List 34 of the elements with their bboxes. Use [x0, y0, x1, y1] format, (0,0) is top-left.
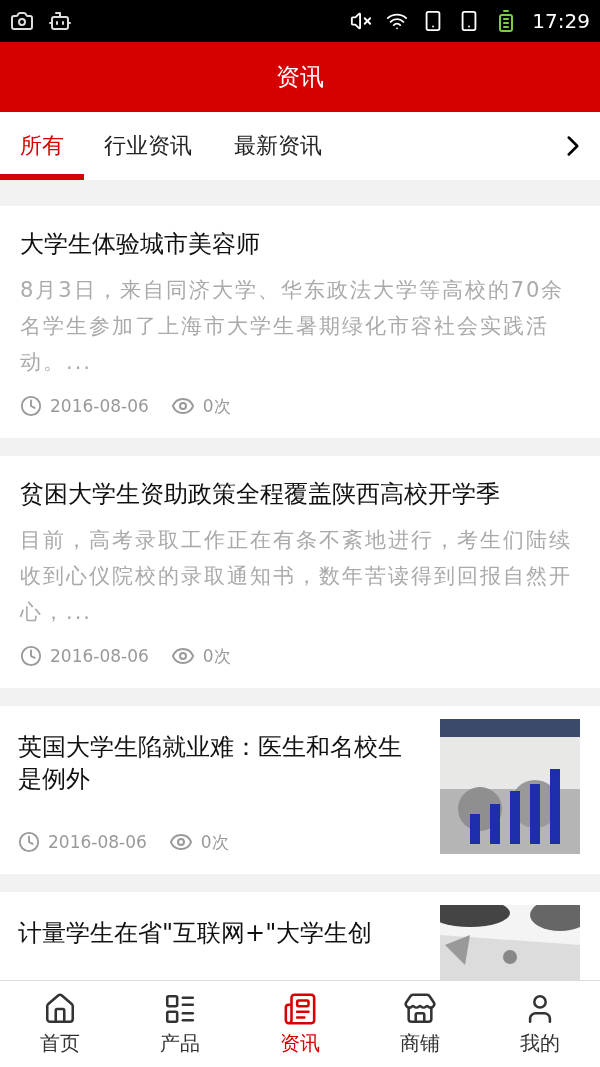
nav-tab[interactable]: 我的: [480, 981, 600, 1067]
home-icon: [43, 991, 77, 1026]
mute-icon: [350, 10, 373, 32]
clock-icon: [20, 645, 42, 667]
clock-icon: [20, 395, 42, 417]
nav-tab[interactable]: 商铺: [360, 981, 480, 1067]
nav-tab[interactable]: 产品: [120, 981, 240, 1067]
article-card[interactable]: 英国大学生陷就业难：医生和名校生是例外 2016-08-06 0次: [0, 706, 600, 874]
view-count: 0次: [202, 394, 231, 418]
article-title: 英国大学生陷就业难：医生和名校生是例外: [18, 732, 403, 795]
article-card[interactable]: 大学生体验城市美容师 8月3日，来自同济大学、华东政法大学等高校的70余名学生参加了上海市大学生暑期绿化市容社会实践活动。... 2016-08-06 0次: [0, 206, 600, 438]
article-summary: 8月3日，来自同济大学、华东政法大学等高校的70余名学生参加了上海市大学生暑期绿化市容社会实践活动。...: [20, 277, 566, 376]
newspaper-icon: [283, 991, 317, 1026]
view-count: 0次: [200, 830, 229, 854]
article-title: 贫困大学生资助政策全程覆盖陕西高校开学季: [20, 479, 501, 510]
nav-tab[interactable]: 首页: [0, 981, 120, 1067]
article-date: 2016-08-06: [50, 646, 149, 666]
article-title: 大学生体验城市美容师: [20, 229, 261, 260]
camera-icon: [10, 9, 34, 33]
store-icon: [403, 991, 437, 1026]
article-summary: 目前，高考录取工作正在有条不紊地进行，考生们陆续收到心仪院校的录取通知书，数年苦读得到回报自然开心，...: [20, 527, 573, 626]
category-tab[interactable]: 行业资讯: [84, 112, 212, 180]
article-card[interactable]: 计量学生在省"互联网+"大学生创: [0, 892, 600, 980]
clock-icon: [18, 831, 40, 853]
category-tab[interactable]: 所有: [0, 112, 84, 180]
status-time: 17:29: [532, 9, 590, 33]
nav-tab[interactable]: 资讯: [240, 981, 360, 1067]
article-date: 2016-08-06: [50, 396, 149, 416]
article-card[interactable]: 贫困大学生资助政策全程覆盖陕西高校开学季 目前，高考录取工作正在有条不紊地进行，考生们陆续收到心仪院校的录取通知书，数年苦读得到回报自然开心，... 2016-08-06 0次: [0, 456, 600, 688]
category-tab[interactable]: 最新资讯: [214, 112, 342, 180]
article-date: 2016-08-06: [48, 832, 147, 852]
page-title: 资讯: [276, 62, 324, 93]
view-count: 0次: [202, 644, 231, 668]
article-title: 计量学生在省"互联网+"大学生创: [18, 918, 374, 949]
